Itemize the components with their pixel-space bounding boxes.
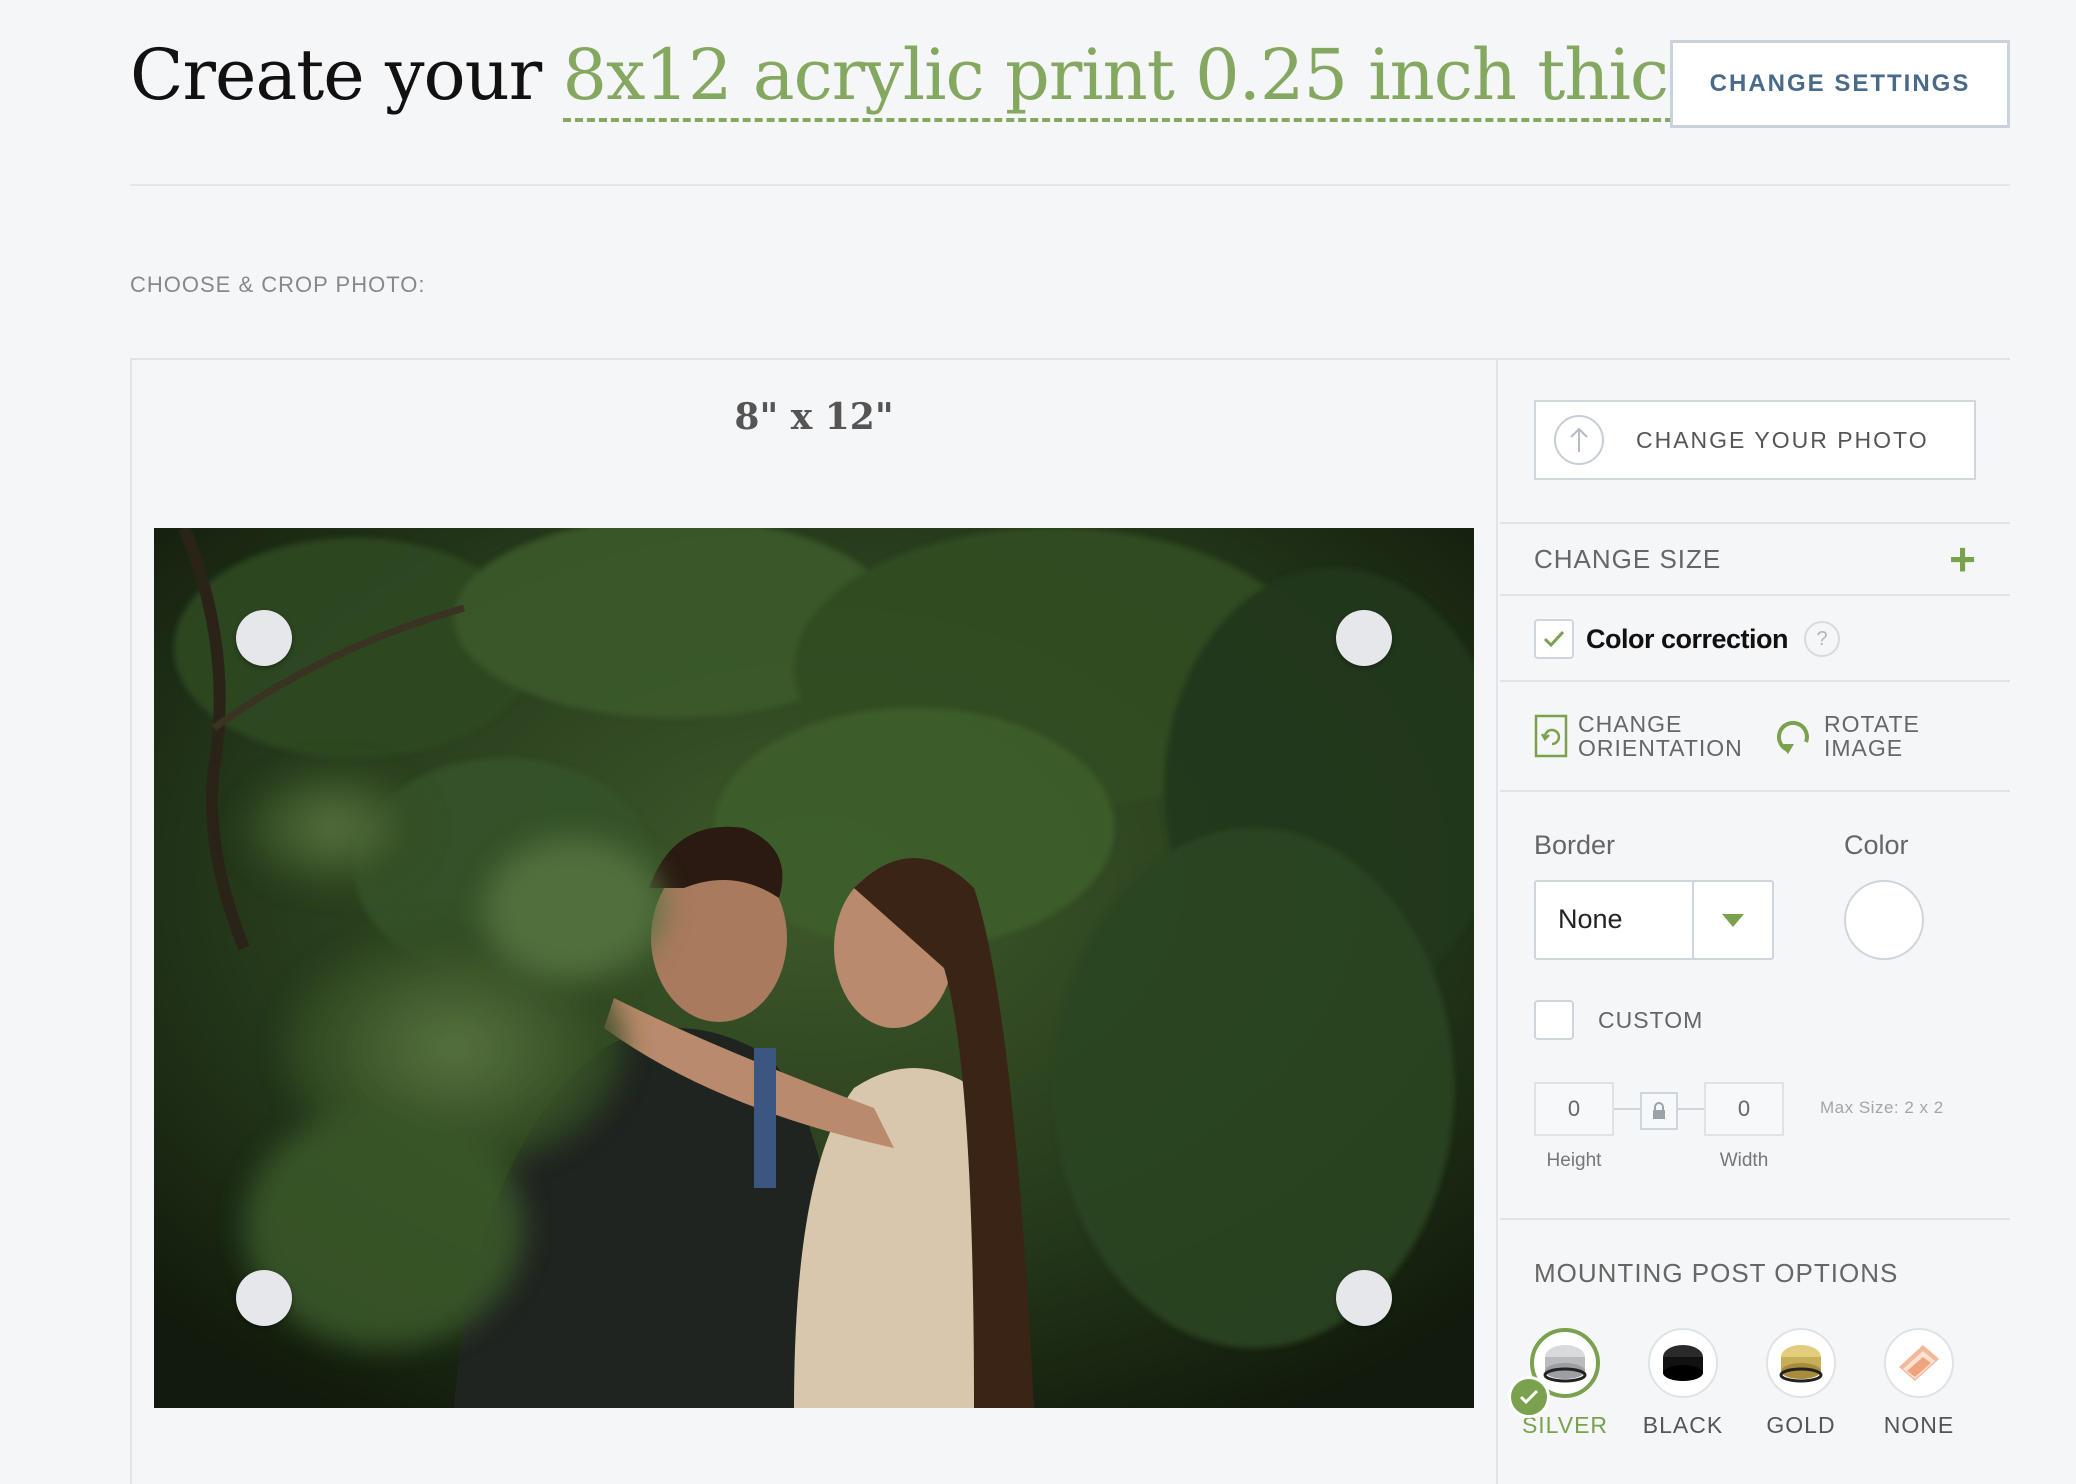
custom-border-checkbox[interactable] <box>1534 1000 1574 1040</box>
orientation-section: CHANGE ORIENTATION ROTATE IMAGE <box>1500 682 2010 792</box>
photo-image <box>154 528 1474 1408</box>
color-correction-label: Color correction <box>1586 623 1789 654</box>
silver-post-icon <box>1508 1328 1600 1418</box>
color-label: Color <box>1844 830 1909 860</box>
crop-canvas: 8" x 12" <box>132 360 1498 1484</box>
change-photo-label: CHANGE YOUR PHOTO <box>1636 426 1929 453</box>
page: Create your 8x12 acrylic print 0.25 inch… <box>0 0 2076 1484</box>
change-orientation-button[interactable]: CHANGE ORIENTATION <box>1534 712 1743 760</box>
border-select[interactable]: None <box>1534 880 1774 960</box>
link-line <box>1678 1108 1706 1110</box>
border-color-swatch[interactable] <box>1844 880 1924 960</box>
height-label: Height <box>1546 1150 1602 1171</box>
mounting-post-marker <box>1336 1270 1392 1326</box>
section-label: CHOOSE & CROP PHOTO: <box>130 272 426 297</box>
post-option-black[interactable]: BLACK <box>1624 1328 1742 1439</box>
max-size-text: Max Size: 2 x 2 <box>1820 1098 1944 1117</box>
mounting-post-marker <box>1336 610 1392 666</box>
gold-post-icon <box>1766 1328 1836 1398</box>
mounting-post-marker <box>236 610 292 666</box>
color-correction-checkbox[interactable] <box>1534 619 1574 659</box>
mounting-post-title: MOUNTING POST OPTIONS <box>1534 1258 1899 1288</box>
border-label: Border <box>1534 830 1616 860</box>
photo-crop-area[interactable] <box>154 528 1474 1408</box>
selected-check-icon <box>1508 1376 1550 1418</box>
change-size-section: CHANGE SIZE + <box>1500 524 2010 596</box>
change-photo-section: CHANGE YOUR PHOTO <box>1500 360 2010 524</box>
post-option-label: GOLD <box>1766 1412 1836 1438</box>
rotate-image-line1: ROTATE <box>1824 711 1920 737</box>
change-size-toggle[interactable]: CHANGE SIZE + <box>1534 524 1976 594</box>
black-post-icon <box>1648 1328 1718 1398</box>
select-divider <box>1692 882 1694 958</box>
help-icon[interactable]: ? <box>1804 621 1841 657</box>
title-prefix: Create your <box>130 34 542 116</box>
border-select-value: None <box>1558 904 1623 934</box>
chevron-down-icon <box>1722 914 1744 927</box>
post-option-label: NONE <box>1883 1412 1955 1438</box>
options-sidebar: CHANGE YOUR PHOTO CHANGE SIZE + Color co… <box>1500 360 2010 1484</box>
product-link[interactable]: 8x12 acrylic print 0.25 inch thick <box>562 34 1710 122</box>
no-post-icon <box>1884 1328 1954 1398</box>
width-label: Width <box>1719 1150 1769 1171</box>
rotate-image-line2: IMAGE <box>1824 735 1904 761</box>
plus-icon: + <box>1949 533 1976 585</box>
post-option-silver[interactable]: SILVER <box>1506 1328 1624 1439</box>
width-input[interactable]: 0 <box>1704 1082 1784 1136</box>
orientation-icon <box>1534 714 1568 758</box>
border-section: Border Color None CUSTOM 0 0 Height Widt… <box>1500 792 2010 1220</box>
checkmark-icon <box>1543 630 1565 648</box>
height-input[interactable]: 0 <box>1534 1082 1614 1136</box>
header-divider <box>130 184 2010 186</box>
color-correction-section: Color correction ? <box>1500 596 2010 682</box>
post-option-label: BLACK <box>1642 1412 1724 1438</box>
lock-icon[interactable] <box>1640 1092 1678 1130</box>
mounting-post-marker <box>236 1270 292 1326</box>
custom-label: CUSTOM <box>1598 1006 1704 1033</box>
print-size-label: 8" x 12" <box>734 396 894 438</box>
change-size-label: CHANGE SIZE <box>1534 543 1722 574</box>
upload-arrow-icon <box>1554 415 1604 465</box>
post-option-gold[interactable]: GOLD <box>1742 1328 1860 1439</box>
change-settings-button[interactable]: CHANGE SETTINGS <box>1670 40 2010 128</box>
rotate-image-button[interactable]: ROTATE IMAGE <box>1776 712 1920 760</box>
change-orientation-line1: CHANGE <box>1578 711 1683 737</box>
mounting-post-section: MOUNTING POST OPTIONS SILVER BLACK GOLD … <box>1500 1220 2010 1484</box>
rotate-icon <box>1777 720 1809 754</box>
photo-editor: 8" x 12" CHANGE YOUR PHOTO CHANGE SIZE +… <box>130 358 2010 1484</box>
change-orientation-line2: ORIENTATION <box>1578 735 1743 761</box>
change-photo-button[interactable]: CHANGE YOUR PHOTO <box>1534 400 1976 480</box>
post-option-none[interactable]: NONE <box>1860 1328 1978 1439</box>
page-title: Create your 8x12 acrylic print 0.25 inch… <box>130 30 1710 122</box>
link-line <box>1614 1108 1640 1110</box>
